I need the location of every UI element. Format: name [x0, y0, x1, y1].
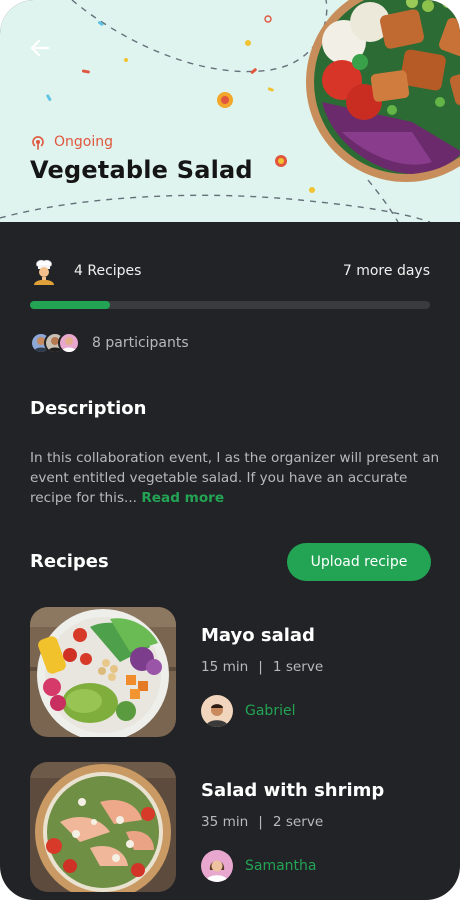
recipe-photo — [30, 607, 176, 737]
recipe-name: Mayo salad — [201, 625, 315, 646]
read-more-link[interactable]: Read more — [141, 490, 224, 506]
description-body: In this collaboration event, I as the or… — [30, 450, 440, 506]
event-hero: Ongoing Vegetable Salad — [0, 0, 460, 222]
author-name: Gabriel — [245, 703, 296, 719]
recipe-meta: 15 min | 1 serve — [201, 659, 323, 675]
recipe-serves: 1 serve — [272, 659, 324, 675]
upload-recipe-button[interactable]: Upload recipe — [287, 543, 431, 581]
recipe-photo — [30, 762, 176, 892]
description-text: In this collaboration event, I as the or… — [30, 448, 440, 508]
salad-bowl-image — [302, 0, 460, 192]
author-avatar — [201, 695, 233, 727]
recipes-count: 4 Recipes — [74, 263, 142, 279]
days-remaining: 7 more days — [342, 263, 430, 279]
participants-count: 8 participants — [92, 335, 189, 351]
broadcast-icon — [32, 136, 44, 150]
recipe-name: Salad with shrimp — [201, 780, 385, 801]
participants-row[interactable]: 8 participants — [30, 332, 189, 354]
status-label: Ongoing — [54, 134, 113, 150]
recipe-meta: 35 min | 2 serve — [201, 814, 323, 830]
recipe-card[interactable]: Salad with shrimp 35 min | 2 serve Samanth… — [30, 762, 430, 892]
event-detail-screen: Ongoing Vegetable Salad 4 Recipes 7 more… — [0, 0, 460, 900]
author-name: Samantha — [245, 858, 317, 874]
description-heading: Description — [30, 398, 147, 419]
chef-icon — [34, 259, 54, 285]
meta-separator: | — [258, 659, 263, 675]
meta-separator: | — [258, 814, 263, 830]
event-stats: 4 Recipes 7 more days — [30, 256, 430, 286]
recipe-serves: 2 serve — [272, 814, 324, 830]
event-status: Ongoing — [30, 134, 113, 150]
author-avatar — [201, 850, 233, 882]
recipe-author[interactable]: Samantha — [201, 850, 317, 882]
recipe-author[interactable]: Gabriel — [201, 695, 295, 727]
recipe-time: 15 min — [201, 659, 249, 675]
event-progress-bar — [30, 301, 430, 309]
event-title: Vegetable Salad — [30, 156, 253, 184]
recipes-heading: Recipes — [30, 551, 109, 572]
progress-fill — [30, 301, 110, 309]
recipe-card[interactable]: Mayo salad 15 min | 1 serve Gabriel — [30, 607, 430, 737]
participant-avatar — [58, 332, 80, 354]
arrow-left-icon[interactable] — [28, 36, 52, 60]
recipe-time: 35 min — [201, 814, 249, 830]
